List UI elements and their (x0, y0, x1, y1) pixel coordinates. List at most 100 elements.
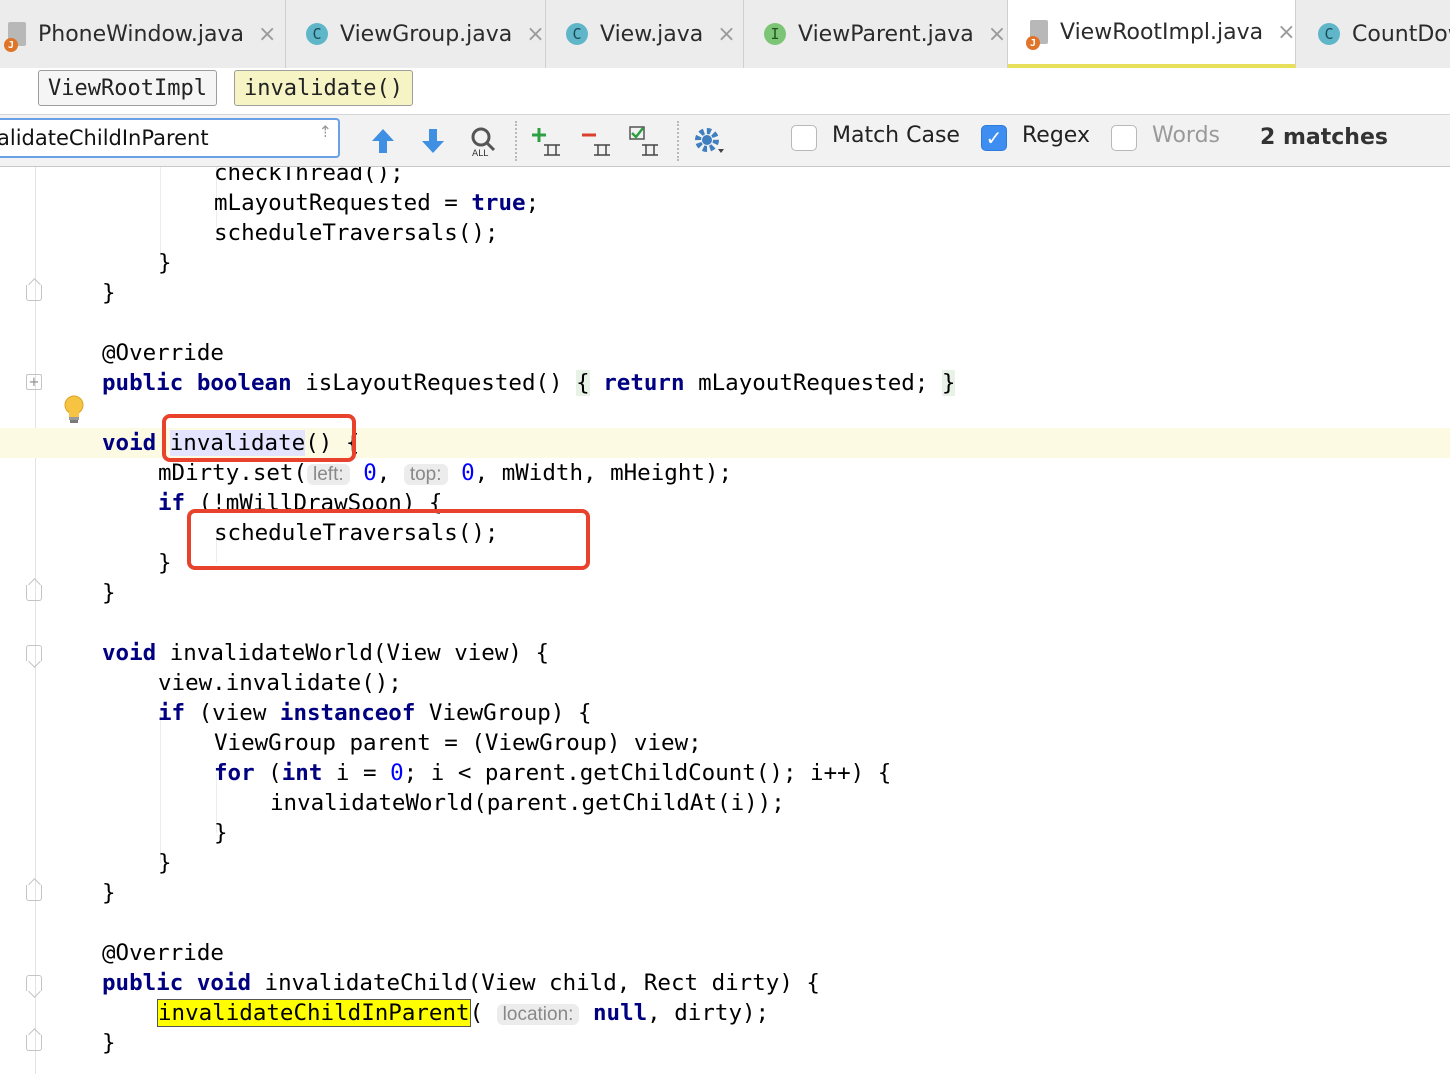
code-line: checkThread(); (0, 167, 1450, 188)
code-text: scheduleTraversals(); (214, 220, 499, 246)
class-icon: C (306, 23, 328, 45)
code-text: checkThread(); (214, 167, 404, 186)
code-text: ( (254, 760, 282, 786)
tab-countdown[interactable]: C CountDow (1296, 0, 1450, 68)
tab-viewparent[interactable]: I ViewParent.java × (744, 0, 1008, 68)
code-text: i = (322, 760, 391, 786)
parameter-hint: location: (496, 1004, 580, 1025)
code-text: ; (525, 190, 540, 216)
regex-label[interactable]: Regex (1022, 123, 1090, 148)
code-editor[interactable]: + checkThread(); mLayoutRequested = true… (0, 167, 1450, 1074)
close-icon[interactable]: × (717, 22, 735, 47)
next-occurrence-icon[interactable] (416, 125, 450, 157)
tab-viewgroup[interactable]: C ViewGroup.java × (286, 0, 546, 68)
code-text: ViewGroup) { (415, 700, 592, 726)
code-line: @Override (0, 338, 1450, 368)
close-icon[interactable]: × (526, 22, 544, 47)
keyword: boolean (196, 370, 292, 396)
breadcrumb: ViewRootImpl invalidate() (0, 68, 1450, 115)
close-icon[interactable]: × (258, 22, 276, 47)
match-case-checkbox[interactable] (791, 125, 817, 151)
code-line: } (0, 848, 1450, 878)
code-text: ( (469, 1000, 484, 1026)
code-line: } (0, 878, 1450, 908)
keyword: public (102, 370, 184, 396)
keyword: if (158, 490, 186, 516)
red-annotation-box (187, 509, 590, 570)
code-text: view.invalidate(); (158, 670, 402, 696)
tab-label: CountDow (1352, 21, 1450, 47)
java-file-icon (4, 22, 26, 52)
match-case-label[interactable]: Match Case (832, 123, 960, 148)
keyword: int (281, 760, 323, 786)
code-text: mLayoutRequested; (698, 370, 929, 396)
words-label[interactable]: Words (1152, 123, 1220, 148)
editor-tab-bar: PhoneWindow.java × C ViewGroup.java × C … (0, 0, 1450, 69)
code-text: , (376, 460, 391, 486)
match-count: 2 matches (1260, 125, 1388, 150)
regex-checkbox[interactable]: ✓ (981, 125, 1007, 151)
code-text: (view (185, 700, 280, 726)
keyword: if (158, 700, 186, 726)
find-bar: alidateChildInParent ⇡ ALL Match Case ✓ … (0, 115, 1450, 167)
lightbulb-icon[interactable] (63, 395, 85, 425)
code-line: for (int i = 0; i < parent.getChildCount… (0, 758, 1450, 788)
select-all-occurrences-icon[interactable] (628, 125, 662, 157)
remove-occurrence-icon[interactable] (580, 125, 614, 157)
find-all-icon[interactable]: ALL (466, 125, 500, 157)
tab-label: ViewGroup.java (340, 21, 513, 47)
close-icon[interactable]: × (1277, 20, 1295, 45)
code-line: mDirty.set(left: 0, top: 0, mWidth, mHei… (0, 458, 1450, 488)
class-icon: C (1318, 23, 1340, 45)
code-line: ViewGroup parent = (ViewGroup) view; (0, 728, 1450, 758)
tab-viewrootimpl[interactable]: ViewRootImpl.java × (1008, 0, 1296, 68)
code-text: invalidateWorld(parent.getChildAt(i)); (270, 790, 785, 816)
tab-label: ViewParent.java (798, 21, 974, 47)
code-line: @Override (0, 938, 1450, 968)
annotation: @Override (102, 940, 224, 966)
code-line: invalidateChildInParent( location: null,… (0, 998, 1450, 1028)
code-line: } (0, 248, 1450, 278)
tab-label: PhoneWindow.java (38, 21, 244, 47)
previous-occurrence-icon[interactable] (366, 125, 400, 157)
scroll-arrows-icon: ⇡ (318, 122, 332, 141)
code-text: invalidateWorld(View view) { (156, 640, 550, 666)
checkmark-icon: ✓ (985, 126, 1003, 150)
code-text: } (158, 250, 172, 276)
code-text: } (158, 550, 172, 576)
parameter-hint: left: (307, 464, 350, 485)
code-text: } (102, 1030, 116, 1056)
code-text: } (102, 280, 116, 306)
code-text: , mWidth, mHeight); (474, 460, 733, 486)
words-checkbox[interactable] (1111, 125, 1137, 151)
code-line: invalidateWorld(parent.getChildAt(i)); (0, 788, 1450, 818)
tab-label: ViewRootImpl.java (1060, 19, 1264, 45)
tab-phonewindow[interactable]: PhoneWindow.java × (0, 0, 286, 68)
keyword: true (471, 190, 526, 216)
add-occurrence-icon[interactable] (530, 125, 564, 157)
code-line: public boolean isLayoutRequested() { ret… (0, 368, 1450, 398)
java-file-icon (1026, 20, 1048, 50)
keyword: null (592, 1000, 648, 1026)
class-icon: C (566, 23, 588, 45)
settings-icon[interactable] (692, 125, 726, 157)
code-line: mLayoutRequested = true; (0, 188, 1450, 218)
tab-view[interactable]: C View.java × (546, 0, 744, 68)
search-match-highlight[interactable]: invalidateChildInParent (157, 999, 471, 1027)
folded-brace[interactable]: { (576, 370, 590, 396)
breadcrumb-method[interactable]: invalidate() (234, 70, 413, 106)
keyword: void (102, 640, 157, 666)
folded-brace[interactable]: } (941, 370, 956, 396)
close-icon[interactable]: × (988, 22, 1006, 47)
search-input[interactable]: alidateChildInParent ⇡ (0, 118, 340, 158)
keyword: void (196, 970, 252, 996)
keyword: instanceof (279, 700, 416, 726)
breadcrumb-class[interactable]: ViewRootImpl (38, 70, 217, 106)
code-text: } (102, 580, 116, 606)
code-line: } (0, 818, 1450, 848)
keyword: public (102, 970, 184, 996)
number: 0 (390, 760, 404, 786)
code-text: } (158, 850, 172, 876)
svg-text:ALL: ALL (472, 149, 488, 157)
code-text: invalidateChild(View child, Rect dirty) … (251, 970, 820, 996)
